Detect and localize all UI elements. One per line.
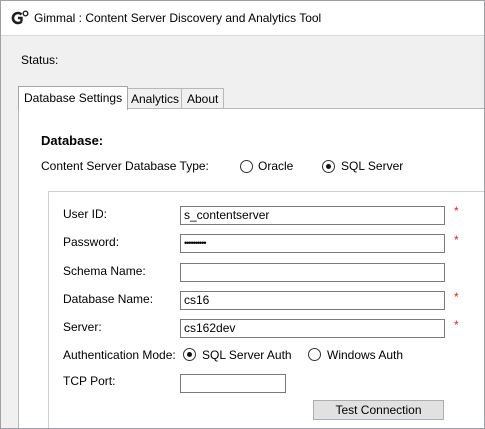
database-name-input[interactable]: cs16 bbox=[180, 291, 445, 310]
sql-server-radio-label[interactable]: SQL Server bbox=[341, 159, 403, 173]
user-id-label: User ID: bbox=[63, 207, 108, 221]
app-window: Gimmal : Content Server Discovery and An… bbox=[0, 0, 485, 429]
database-name-required-marker: * bbox=[454, 290, 459, 304]
sql-server-auth-label[interactable]: SQL Server Auth bbox=[202, 348, 292, 362]
user-id-required-marker: * bbox=[454, 204, 459, 218]
tcp-port-label: TCP Port: bbox=[63, 374, 116, 388]
connection-group bbox=[48, 191, 484, 428]
windows-auth-radio[interactable] bbox=[308, 348, 321, 361]
tcp-port-input[interactable] bbox=[180, 374, 286, 393]
gimmal-logo-icon bbox=[11, 10, 29, 25]
tab-analytics[interactable]: Analytics bbox=[125, 88, 186, 109]
oracle-radio-label[interactable]: Oracle bbox=[258, 159, 293, 173]
sql-server-auth-radio[interactable] bbox=[183, 348, 196, 361]
password-label: Password: bbox=[63, 235, 120, 249]
password-required-marker: * bbox=[454, 233, 459, 247]
schema-name-label: Schema Name: bbox=[63, 264, 146, 278]
status-label: Status: bbox=[21, 53, 59, 67]
schema-name-input[interactable] bbox=[180, 263, 445, 282]
db-type-label: Content Server Database Type: bbox=[41, 159, 209, 173]
window-title: Gimmal : Content Server Discovery and An… bbox=[34, 11, 322, 25]
test-connection-button[interactable]: Test Connection bbox=[313, 400, 444, 420]
server-label: Server: bbox=[63, 320, 102, 334]
server-required-marker: * bbox=[454, 318, 459, 332]
database-name-label: Database Name: bbox=[63, 292, 154, 306]
user-id-input[interactable]: s_contentserver bbox=[180, 206, 445, 225]
server-input[interactable]: cs162dev bbox=[180, 319, 445, 338]
auth-mode-label: Authentication Mode: bbox=[63, 348, 176, 362]
sql-server-radio[interactable] bbox=[322, 160, 335, 173]
tab-about[interactable]: About bbox=[181, 88, 225, 109]
oracle-radio[interactable] bbox=[240, 160, 253, 173]
title-bar[interactable]: Gimmal : Content Server Discovery and An… bbox=[1, 1, 484, 36]
database-section-title: Database: bbox=[41, 133, 104, 148]
windows-auth-label[interactable]: Windows Auth bbox=[327, 348, 403, 362]
password-input[interactable]: •••••••••• bbox=[180, 234, 445, 253]
tab-database-settings[interactable]: Database Settings bbox=[18, 86, 129, 110]
